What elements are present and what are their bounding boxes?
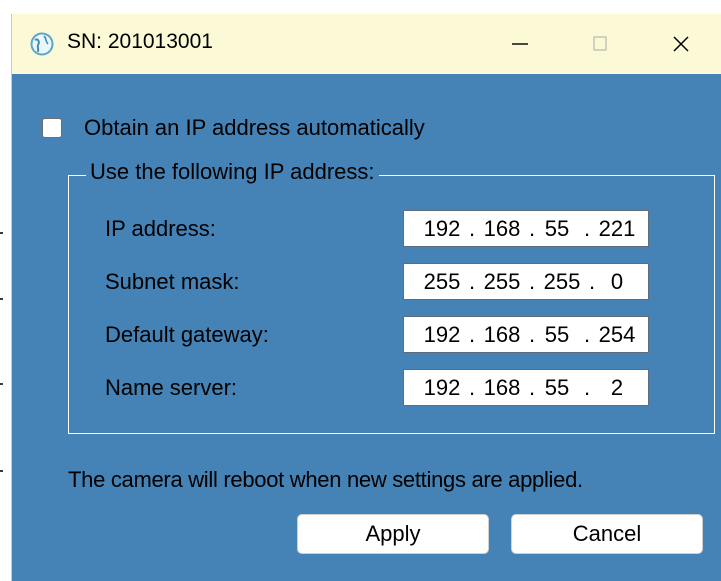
apply-button[interactable]: Apply [297, 514, 489, 554]
network-settings-dialog: SN: 201013001 Obtain an IP address autom… [12, 14, 721, 581]
maximize-icon [593, 36, 607, 51]
name-server-field[interactable]: 192 . 168 . 55 . 2 [403, 369, 649, 406]
close-button[interactable] [641, 14, 721, 74]
octet-separator: . [468, 322, 476, 347]
octet-separator: . [583, 322, 591, 347]
subnet-octet-4: 0 [610, 269, 624, 294]
maximize-button[interactable] [560, 14, 640, 74]
ip-address-label: IP address: [105, 216, 216, 241]
globe-icon [30, 32, 54, 56]
cancel-button[interactable]: Cancel [511, 514, 703, 554]
close-icon [673, 36, 689, 52]
ip-octet-1: 192 [423, 216, 461, 241]
octet-separator: . [468, 269, 476, 294]
title-bar[interactable]: SN: 201013001 [12, 14, 721, 74]
ip-octet-2: 168 [483, 216, 521, 241]
dns-octet-1: 192 [423, 375, 461, 400]
dns-octet-2: 168 [483, 375, 521, 400]
ip-octet-4: 221 [598, 216, 636, 241]
octet-separator: . [528, 269, 536, 294]
auto-ip-label[interactable]: Obtain an IP address automatically [84, 115, 425, 141]
auto-ip-option[interactable]: Obtain an IP address automatically [42, 114, 425, 142]
ip-octet-3: 55 [544, 216, 570, 241]
subnet-octet-3: 255 [543, 269, 581, 294]
gateway-octet-1: 192 [423, 322, 461, 347]
static-ip-group-legend: Use the following IP address: [86, 159, 379, 185]
default-gateway-field[interactable]: 192 . 168 . 55 . 254 [403, 316, 649, 353]
dns-octet-4: 2 [610, 375, 624, 400]
gateway-octet-4: 254 [598, 322, 636, 347]
octet-separator: . [583, 375, 591, 400]
default-gateway-label: Default gateway: [105, 322, 269, 347]
octet-separator: . [583, 216, 591, 241]
octet-separator: . [468, 216, 476, 241]
subnet-mask-label: Subnet mask: [105, 269, 240, 294]
gateway-octet-2: 168 [483, 322, 521, 347]
octet-separator: . [468, 375, 476, 400]
minimize-button[interactable] [480, 14, 560, 74]
dns-octet-3: 55 [544, 375, 570, 400]
name-server-label: Name server: [105, 375, 238, 400]
window-title: SN: 201013001 [67, 30, 213, 53]
reboot-notice: The camera will reboot when new settings… [68, 467, 583, 492]
auto-ip-checkbox[interactable] [42, 118, 62, 138]
ip-address-field[interactable]: 192 . 168 . 55 . 221 [403, 210, 649, 247]
gateway-octet-3: 55 [544, 322, 570, 347]
subnet-octet-1: 255 [423, 269, 461, 294]
subnet-octet-2: 255 [483, 269, 521, 294]
subnet-mask-field[interactable]: 255 . 255 . 255 . 0 [403, 263, 649, 300]
minimize-icon [512, 43, 528, 45]
